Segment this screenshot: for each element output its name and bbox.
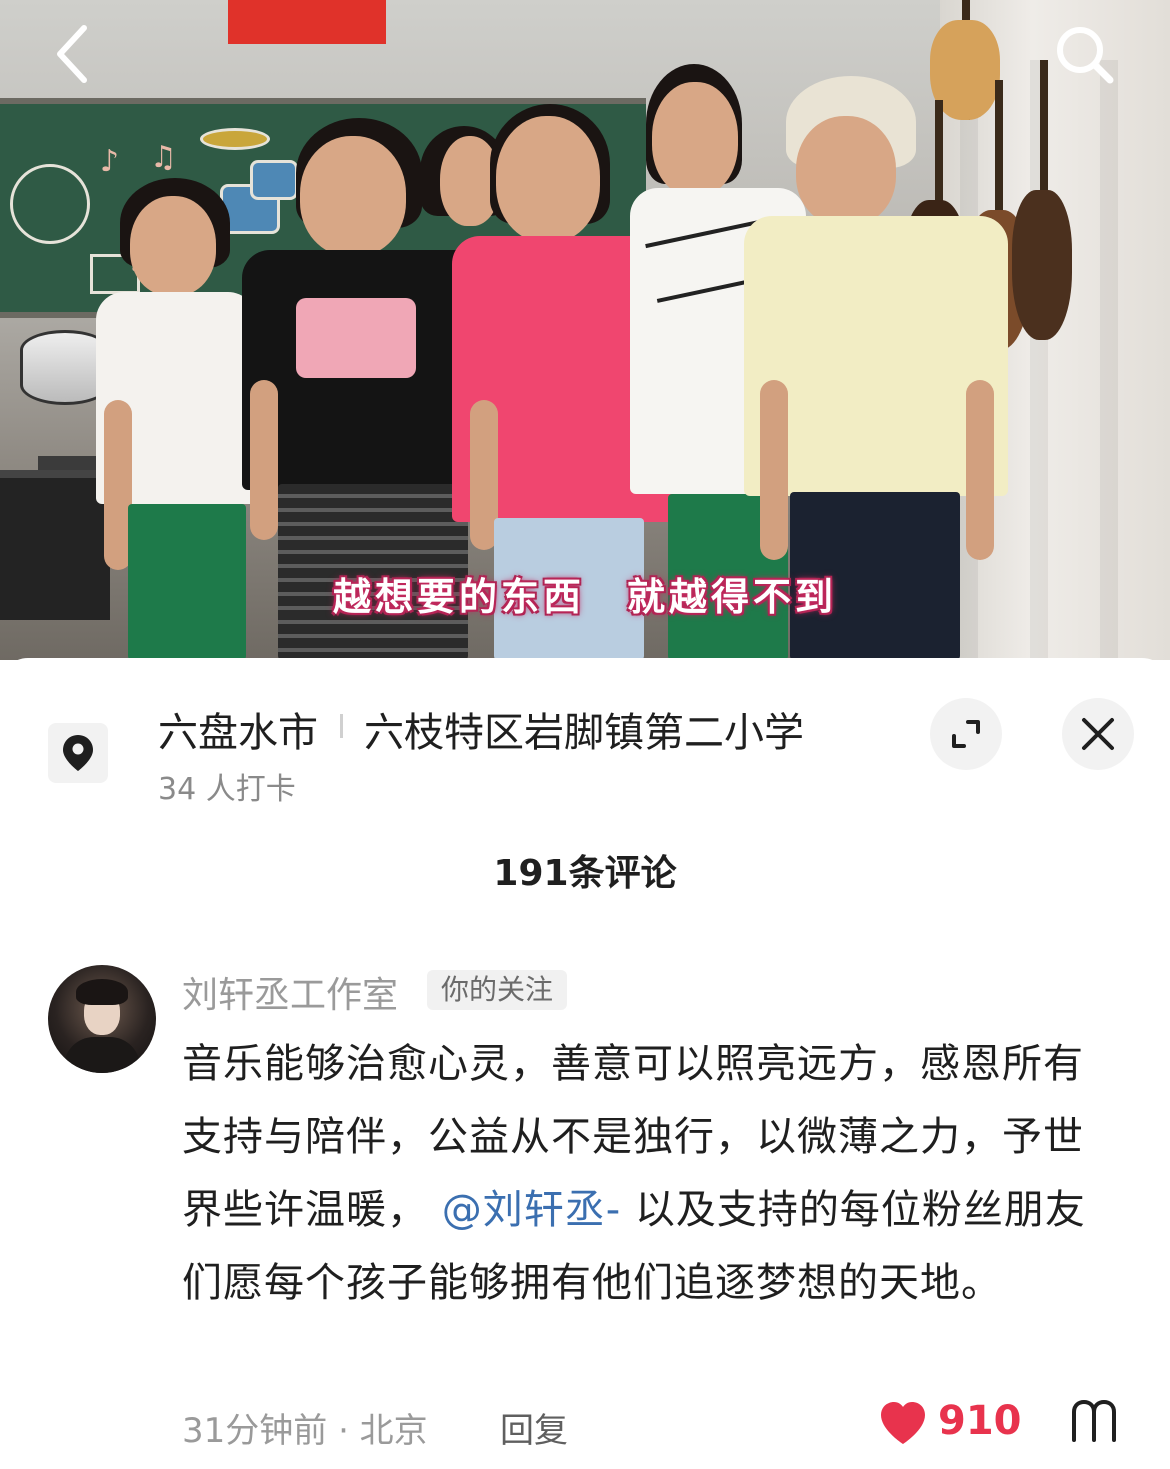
like-button[interactable] <box>878 1400 928 1446</box>
close-icon <box>1082 718 1114 750</box>
reply-button[interactable]: 回复 <box>500 1403 568 1452</box>
chevron-left-icon <box>57 25 87 83</box>
search-button[interactable] <box>1052 22 1116 86</box>
location-checkins: 34 人打卡 <box>158 772 296 807</box>
location-pin-icon <box>48 723 108 783</box>
wall-banner <box>228 0 386 44</box>
comment-sheet: 六盘水市 六枝特区岩脚镇第二小学 34 人打卡 191条评论 刘轩丞工作室 你的… <box>0 658 1170 1469</box>
comment-body: 音乐能够治愈心灵，善意可以照亮远方，感恩所有支持与陪伴，公益从不是独行，以微薄之… <box>182 1028 1122 1320</box>
comment-username[interactable]: 刘轩丞工作室 <box>182 966 398 1018</box>
video-subtitle: 越想要的东西 就越得不到 <box>332 575 837 619</box>
close-button[interactable] <box>1062 698 1134 770</box>
video-player[interactable]: ♪ ♫ ♪ <box>0 0 1170 660</box>
following-badge: 你的关注 <box>427 970 568 1010</box>
search-icon <box>1057 27 1114 84</box>
dislike-icon <box>1072 1399 1116 1442</box>
dislike-button[interactable] <box>1068 1398 1120 1444</box>
expand-button[interactable] <box>930 698 1002 770</box>
back-button[interactable] <box>40 22 104 86</box>
mention-link[interactable]: @刘轩丞- <box>442 1187 621 1233</box>
location-city: 六盘水市 <box>158 710 318 756</box>
location-place: 六枝特区岩脚镇第二小学 <box>364 710 804 756</box>
location-divider <box>340 714 343 738</box>
comment-meta: 31分钟前 · 北京 <box>182 1411 428 1451</box>
like-count: 910 <box>938 1398 1022 1444</box>
screen: ♪ ♫ ♪ <box>0 0 1170 1469</box>
heart-icon <box>881 1402 925 1444</box>
avatar[interactable] <box>48 965 156 1073</box>
comment-count: 191条评论 <box>493 853 677 894</box>
expand-icon <box>952 720 980 748</box>
